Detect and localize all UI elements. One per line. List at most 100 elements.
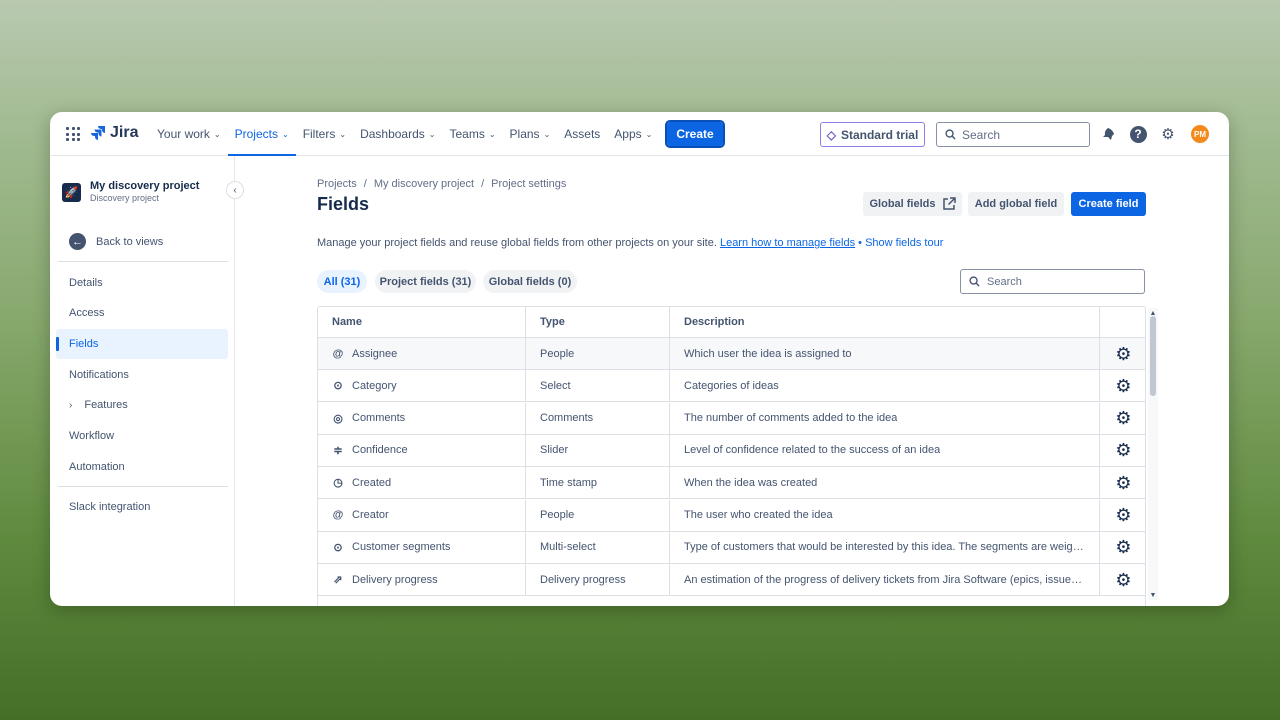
table-row[interactable]: ◎ Comments Comments The number of comments …	[318, 402, 1145, 435]
field-description: When the idea was created	[684, 476, 818, 489]
sidebar-item-automation[interactable]: Automation	[56, 452, 228, 482]
column-header-type[interactable]: Type	[526, 307, 670, 337]
table-row[interactable]: ⊙ Customer segments Multi-select Type of cu…	[318, 531, 1145, 564]
chevron-down-icon: ⌄	[543, 129, 551, 139]
chevron-down-icon: ⌄	[213, 129, 221, 139]
filter-all[interactable]: All (31)	[317, 270, 367, 293]
global-fields-label: Global fields	[869, 198, 936, 210]
gear-icon[interactable]: ⚙	[1115, 474, 1131, 492]
field-description: Categories of ideas	[684, 379, 779, 392]
gear-icon[interactable]: ⚙	[1115, 441, 1131, 459]
sidebar-item-slack-integration[interactable]: Slack integration	[56, 492, 228, 522]
sidebar-item-workflow[interactable]: Workflow	[56, 421, 228, 451]
sidebar-item-notifications[interactable]: Notifications	[56, 360, 228, 390]
nav-projects[interactable]: Projects ⌄	[227, 112, 296, 156]
field-description: An estimation of the progress of deliver…	[684, 573, 1085, 586]
breadcrumb-separator: /	[363, 178, 367, 190]
field-description: The number of comments added to the idea	[684, 412, 898, 425]
avatar[interactable]: PM	[1191, 125, 1209, 143]
nav-item-label: Filters	[302, 127, 336, 141]
back-to-views-link[interactable]: ← Back to views	[69, 233, 163, 250]
select-icon: ⊙	[333, 380, 343, 393]
column-header-description[interactable]: Description	[670, 307, 1100, 337]
field-name: Category	[352, 379, 397, 392]
select-icon: ⊙	[333, 541, 343, 554]
filter-global-fields[interactable]: Global fields (0)	[483, 270, 577, 293]
nav-your-work[interactable]: Your work ⌄	[150, 112, 228, 156]
cell-name: ◷ Created	[318, 467, 526, 499]
gear-icon[interactable]: ⚙	[1115, 409, 1131, 427]
global-fields-button[interactable]: Global fields	[863, 192, 962, 216]
field-name: Assignee	[352, 347, 398, 360]
nav-apps[interactable]: Apps ⌄	[607, 112, 659, 156]
cell-name: ⊙ Category	[318, 370, 526, 402]
nav-item-label: Dashboards	[360, 127, 425, 141]
scroll-down-icon[interactable]: ▼	[1148, 592, 1158, 599]
column-header-name[interactable]: Name	[318, 307, 526, 337]
cell-actions: ⚙	[1100, 403, 1145, 434]
create-field-button[interactable]: Create field	[1071, 192, 1146, 216]
table-row[interactable]: ◷ Created Time stamp When the idea was crea…	[318, 467, 1145, 500]
gear-icon[interactable]: ⚙	[1115, 345, 1131, 363]
settings-icon[interactable]: ⚙	[1159, 125, 1177, 143]
create-button[interactable]: Create	[665, 120, 725, 148]
table-row[interactable]: ⇗ Delivery progress Delivery progress An es…	[318, 564, 1145, 597]
nav-item-label: Your work	[157, 127, 210, 141]
gear-icon[interactable]: ⚙	[1115, 377, 1131, 395]
field-description: Which user the idea is assigned to	[684, 347, 852, 360]
table-row[interactable]: @ Assignee People Which user the idea is as…	[318, 338, 1145, 370]
table-row[interactable]: ≑ Confidence Slider Level of confidence rel…	[318, 434, 1145, 467]
field-name: Created	[352, 476, 392, 489]
cell-type: People	[526, 499, 670, 531]
bullet-separator: •	[858, 237, 863, 249]
gear-icon[interactable]: ⚙	[1115, 538, 1131, 556]
gear-icon[interactable]: ⚙	[1115, 571, 1131, 589]
sidebar-item-access[interactable]: Access	[56, 298, 228, 328]
scroll-up-icon[interactable]: ▲	[1148, 310, 1158, 317]
cell-actions: ⚙	[1100, 435, 1145, 466]
scrollbar-thumb[interactable]	[1150, 316, 1156, 396]
jira-logo[interactable]: Jira	[90, 124, 138, 142]
nav-filters[interactable]: Filters ⌄	[296, 112, 353, 156]
chevron-down-icon: ⌄	[428, 129, 436, 139]
table-search-input[interactable]: Search	[960, 269, 1145, 294]
notifications-icon[interactable]	[1099, 125, 1117, 143]
nav-assets[interactable]: Assets	[557, 112, 607, 156]
sidebar-item-label: Access	[69, 307, 105, 319]
standard-trial-button[interactable]: ◇ Standard trial	[820, 122, 925, 147]
table-row[interactable]: @ Creator People The user who created the i…	[318, 499, 1145, 532]
sidebar-item-details[interactable]: Details	[56, 268, 228, 298]
table-scrollbar[interactable]	[1148, 308, 1158, 600]
field-name: Confidence	[352, 444, 408, 457]
project-header[interactable]: 🚀 My discovery project Discovery project	[62, 180, 199, 203]
table-row[interactable]: ⊙ Category Select Categories of ideas ⚙	[318, 370, 1145, 403]
filter-project-fields[interactable]: Project fields (31)	[375, 270, 476, 293]
help-icon[interactable]: ?	[1129, 125, 1147, 143]
chevron-down-icon: ⌄	[645, 129, 653, 139]
sidebar-item-fields[interactable]: Fields	[56, 329, 228, 359]
field-name: Delivery progress	[352, 573, 438, 586]
nav-items: Your work ⌄ Projects ⌄ Filters ⌄ Dashboards ⌄ Te…	[150, 112, 725, 156]
gear-icon[interactable]: ⚙	[1115, 506, 1131, 524]
nav-item-label: Projects	[234, 127, 278, 141]
at-icon: @	[332, 347, 344, 360]
add-global-field-button[interactable]: Add global field	[968, 192, 1064, 216]
top-search-input[interactable]: Search	[936, 122, 1090, 147]
nav-teams[interactable]: Teams ⌄	[442, 112, 502, 156]
breadcrumb-project[interactable]: My discovery project	[374, 178, 474, 190]
sidebar-item-label: Workflow	[69, 430, 115, 442]
sidebar-item-label: Automation	[69, 461, 125, 473]
nav-plans[interactable]: Plans ⌄	[503, 112, 558, 156]
collapse-sidebar-button[interactable]: ‹	[226, 181, 244, 199]
cell-name: ≑ Confidence	[318, 434, 526, 466]
breadcrumb-settings[interactable]: Project settings	[491, 178, 566, 190]
learn-link[interactable]: Learn how to manage fields	[720, 237, 855, 249]
project-name: My discovery project	[90, 180, 200, 192]
sidebar-item-features[interactable]: › Features	[56, 390, 228, 420]
show-fields-tour-link[interactable]: Show fields tour	[865, 237, 943, 249]
nav-dashboards[interactable]: Dashboards ⌄	[353, 112, 442, 156]
app-switcher-icon[interactable]	[66, 127, 80, 141]
breadcrumb-projects[interactable]: Projects	[317, 178, 357, 190]
top-search-placeholder: Search	[962, 127, 1001, 142]
cell-type: Slider	[526, 434, 670, 466]
